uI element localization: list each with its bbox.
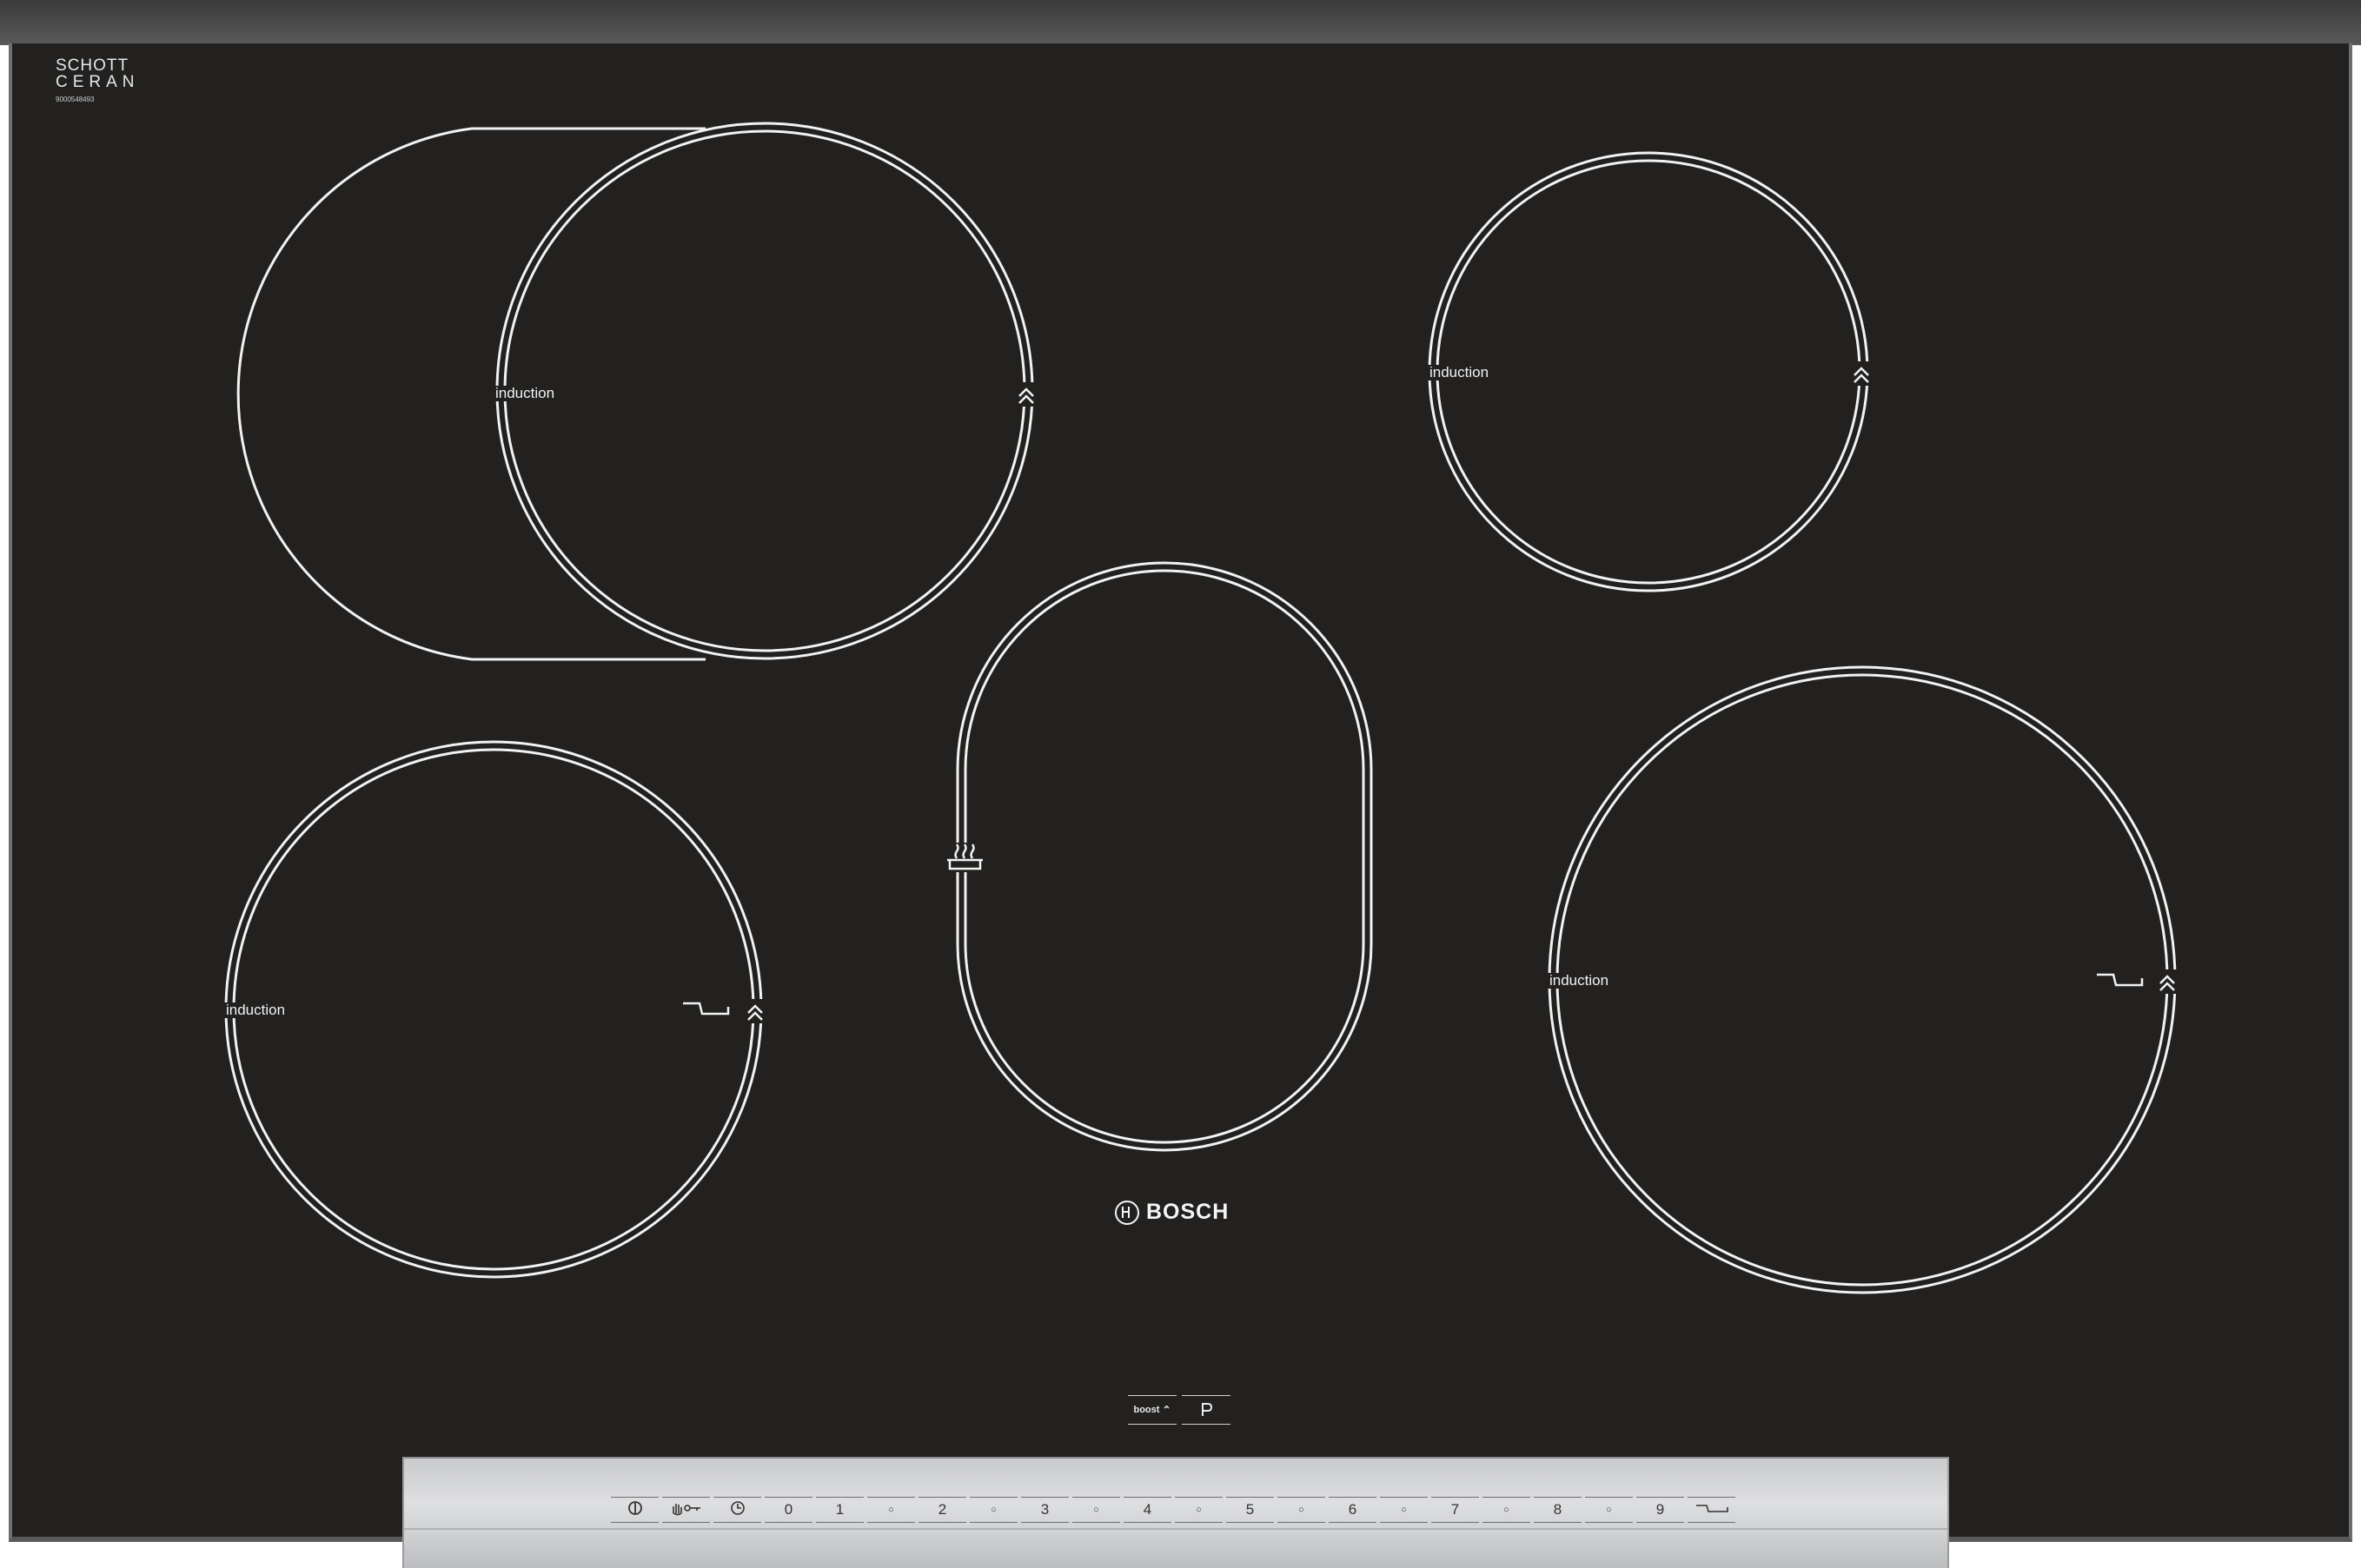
bosch-logo: BOSCH xyxy=(1115,1200,1229,1225)
child-lock-button[interactable] xyxy=(662,1497,710,1523)
zone-bottom-left-ring-inner xyxy=(232,748,755,1271)
zone-bottom-left-ring-outer xyxy=(224,740,763,1279)
zone-top-right-label: induction xyxy=(1428,364,1491,380)
bosch-wordmark: BOSCH xyxy=(1146,1200,1230,1224)
level-7-5[interactable]: ○ xyxy=(1482,1497,1530,1523)
level-6[interactable]: 6 xyxy=(1329,1497,1376,1523)
level-2-5[interactable]: ○ xyxy=(970,1497,1018,1523)
clock-icon xyxy=(730,1500,746,1520)
boost-button[interactable]: boost ⌃ xyxy=(1128,1395,1177,1425)
level-0[interactable]: 0 xyxy=(765,1497,812,1523)
zone-left-flex-ring-outer xyxy=(495,122,1034,660)
bosch-armature-icon xyxy=(1115,1200,1139,1225)
level-7[interactable]: 7 xyxy=(1431,1497,1479,1523)
boost-chevron-icon xyxy=(2158,969,2177,994)
key-label: ○ xyxy=(1503,1505,1509,1515)
key-label: ○ xyxy=(1401,1505,1407,1515)
level-8[interactable]: 8 xyxy=(1534,1497,1582,1523)
level-6-5[interactable]: ○ xyxy=(1380,1497,1428,1523)
boost-chevron-icon xyxy=(1852,361,1871,386)
key-label: 6 xyxy=(1348,1501,1357,1518)
zone-markings xyxy=(224,122,2177,1294)
level-4[interactable]: 4 xyxy=(1124,1497,1171,1523)
key-label: ○ xyxy=(991,1505,997,1515)
zone-bottom-right-label: induction xyxy=(1548,972,1611,989)
pan-icon xyxy=(1694,1501,1729,1518)
control-panel: 0 1 ○ 2 ○ 3 ○ 4 ○ 5 ○ 6 ○ 7 ○ 8 ○ 9 xyxy=(402,1457,1949,1568)
level-5-5[interactable]: ○ xyxy=(1277,1497,1325,1523)
pan-icon xyxy=(2097,973,2144,987)
powermove-button[interactable] xyxy=(1182,1395,1230,1425)
boost-chevron-icon xyxy=(746,999,765,1023)
zone-bottom-left-label: induction xyxy=(224,1002,288,1018)
level-1[interactable]: 1 xyxy=(816,1497,864,1523)
key-label: 0 xyxy=(784,1501,793,1518)
powermove-icon xyxy=(1202,1403,1213,1416)
key-label: ○ xyxy=(888,1505,894,1515)
zone-center-oval-ring-outer xyxy=(956,561,1373,1152)
level-3[interactable]: 3 xyxy=(1021,1497,1069,1523)
frying-sensor-button[interactable] xyxy=(1688,1497,1735,1523)
level-8-5[interactable]: ○ xyxy=(1585,1497,1633,1523)
key-label: 5 xyxy=(1245,1501,1255,1518)
level-3-5[interactable]: ○ xyxy=(1072,1497,1120,1523)
level-2[interactable]: 2 xyxy=(919,1497,966,1523)
key-label: 3 xyxy=(1040,1501,1050,1518)
level-9[interactable]: 9 xyxy=(1636,1497,1684,1523)
zone-bottom-right-ring-outer xyxy=(1548,665,2177,1294)
hand-key-icon xyxy=(670,1500,703,1520)
warming-icon xyxy=(944,843,987,872)
key-label: ○ xyxy=(1196,1505,1202,1515)
key-label: 4 xyxy=(1143,1501,1152,1518)
power-icon xyxy=(627,1500,643,1520)
power-button[interactable] xyxy=(611,1497,659,1523)
key-label: ○ xyxy=(1093,1505,1099,1515)
panel-strip xyxy=(404,1528,1947,1530)
flex-zone-extension-outline xyxy=(236,127,706,661)
boost-label: boost xyxy=(1133,1405,1160,1415)
level-4-5[interactable]: ○ xyxy=(1175,1497,1223,1523)
zone-left-flex-ring-inner xyxy=(503,129,1026,652)
key-label: 2 xyxy=(938,1501,947,1518)
boost-chevron-icon xyxy=(1017,382,1036,407)
timer-button[interactable] xyxy=(713,1497,761,1523)
zone-bottom-right-ring-inner xyxy=(1555,673,2169,1287)
level-1-5[interactable]: ○ xyxy=(867,1497,915,1523)
key-label: ○ xyxy=(1606,1505,1612,1515)
zone-top-right-ring-outer xyxy=(1428,151,1869,592)
zone-left-flex-label: induction xyxy=(494,385,557,401)
key-label: 1 xyxy=(835,1501,845,1518)
pan-icon xyxy=(683,1002,730,1016)
key-label: 7 xyxy=(1450,1501,1460,1518)
zone-center-oval-ring-inner xyxy=(964,569,1365,1144)
key-label: 8 xyxy=(1553,1501,1562,1518)
cooktop: SCHOTT CERAN 9000548493 induction induct… xyxy=(0,0,2361,1568)
chevron-up-icon: ⌃ xyxy=(1162,1404,1171,1416)
key-label: 9 xyxy=(1655,1501,1665,1518)
level-5[interactable]: 5 xyxy=(1226,1497,1274,1523)
key-label: ○ xyxy=(1298,1505,1304,1515)
touch-keys: 0 1 ○ 2 ○ 3 ○ 4 ○ 5 ○ 6 ○ 7 ○ 8 ○ 9 xyxy=(611,1497,1739,1523)
zone-top-right-ring-inner xyxy=(1436,159,1861,585)
